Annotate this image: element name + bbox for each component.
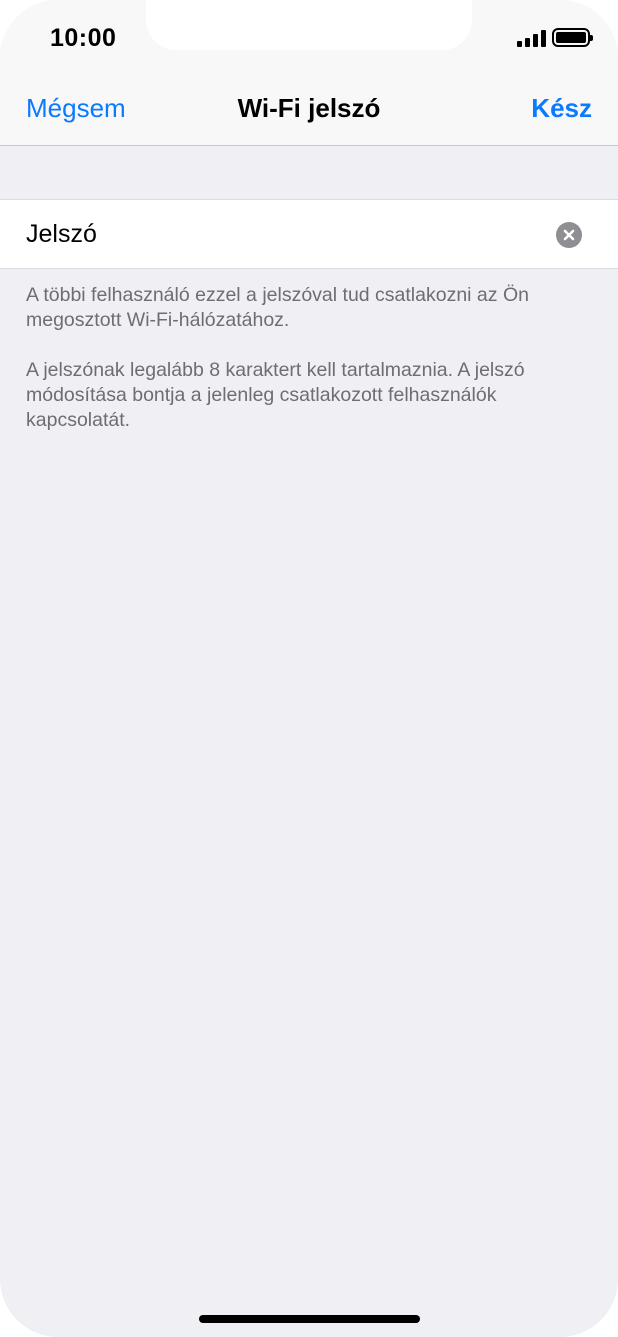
status-time: 10:00 — [50, 24, 117, 52]
cellular-signal-icon — [517, 29, 546, 47]
password-row — [0, 199, 618, 269]
clear-circle-icon[interactable] — [556, 222, 582, 248]
cancel-button[interactable]: Mégsem — [26, 93, 126, 124]
status-icons — [517, 28, 593, 47]
password-input[interactable] — [26, 200, 526, 268]
home-indicator[interactable] — [199, 1315, 420, 1323]
footer-text-requirements: A jelszónak legalább 8 karaktert kell ta… — [26, 359, 525, 431]
done-button[interactable]: Kész — [531, 93, 592, 124]
device-notch — [146, 0, 472, 50]
phone-screen: 10:00 Mégsem Wi-Fi jelszó Kész A többi f… — [0, 0, 618, 1337]
battery-full-icon — [552, 28, 593, 47]
footer-text-sharing: A többi felhasználó ezzel a jelszóval tu… — [26, 284, 529, 331]
